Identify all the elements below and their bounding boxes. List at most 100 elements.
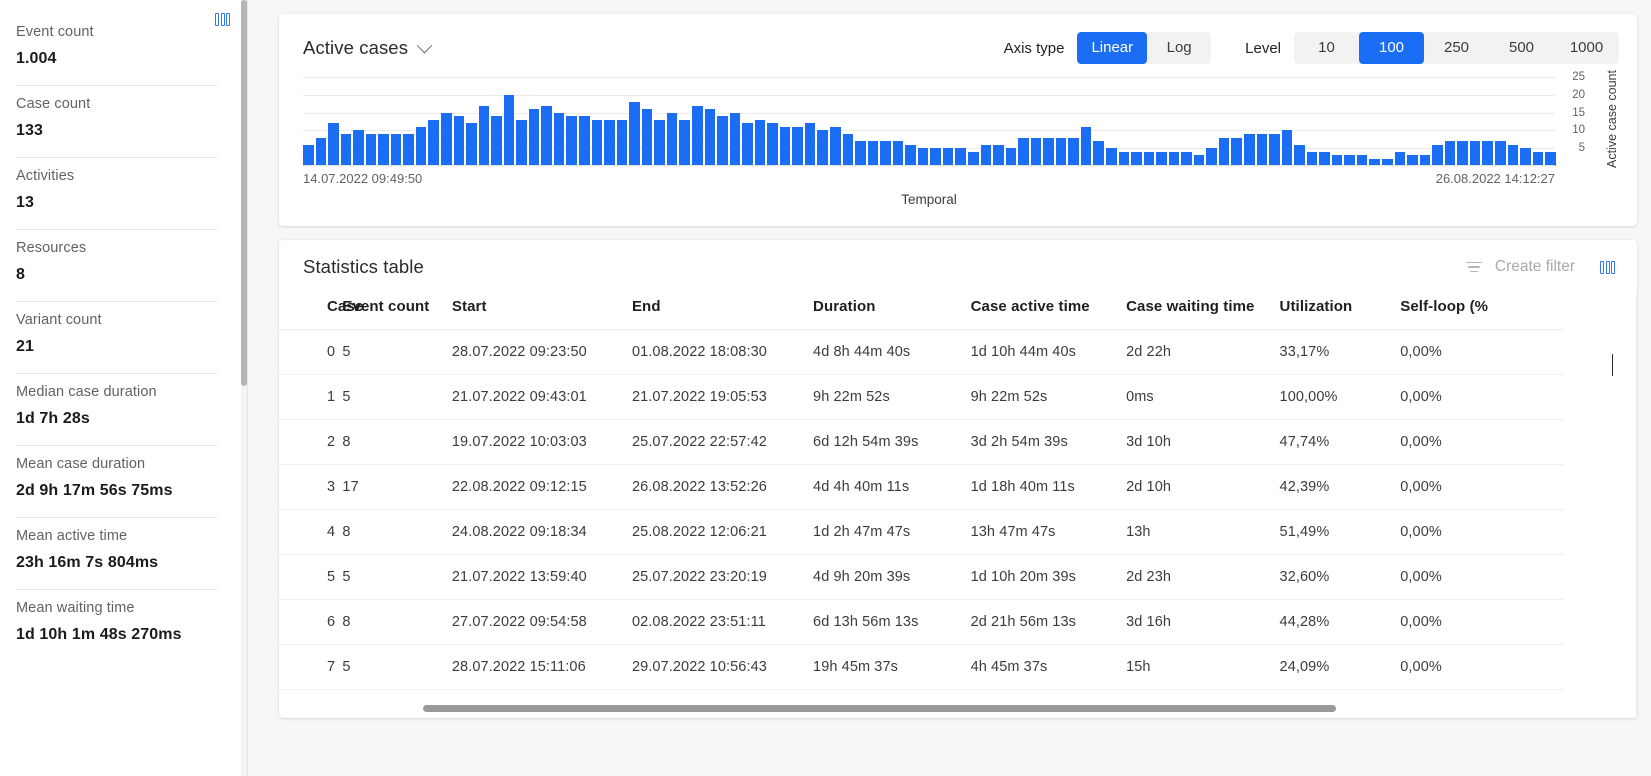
bar[interactable] — [1319, 151, 1330, 166]
bar[interactable] — [1143, 151, 1155, 166]
bar[interactable] — [855, 141, 866, 166]
bar[interactable] — [829, 126, 841, 166]
bar[interactable] — [867, 141, 879, 166]
bar[interactable] — [804, 123, 816, 166]
bar[interactable] — [967, 151, 979, 166]
bar[interactable] — [817, 130, 828, 166]
bar[interactable] — [315, 137, 327, 166]
bar[interactable] — [591, 119, 603, 166]
bar[interactable] — [365, 134, 377, 166]
bar[interactable] — [666, 112, 678, 166]
bar[interactable] — [779, 126, 791, 166]
bar[interactable] — [729, 112, 741, 166]
create-filter-button[interactable]: Create filter — [1495, 258, 1575, 276]
bar[interactable] — [942, 148, 954, 166]
bar[interactable] — [328, 123, 339, 166]
bar[interactable] — [1055, 137, 1067, 166]
table-row[interactable]: 2 8 19.07.2022 10:03:03 25.07.2022 22:57:42… — [279, 419, 1564, 465]
bar[interactable] — [453, 116, 465, 166]
bar[interactable] — [691, 105, 703, 166]
bar[interactable] — [579, 116, 590, 166]
bar[interactable] — [528, 109, 540, 166]
bar[interactable] — [767, 123, 778, 166]
bar[interactable] — [478, 105, 490, 166]
bar[interactable] — [353, 130, 364, 166]
bar[interactable] — [1030, 137, 1042, 166]
bar[interactable] — [742, 123, 753, 166]
bar[interactable] — [1018, 137, 1029, 166]
column-header-case-active-time[interactable]: Case active time — [970, 294, 1127, 330]
bar[interactable] — [955, 148, 966, 166]
bar[interactable] — [1168, 151, 1180, 166]
bar[interactable] — [842, 134, 854, 166]
table-row[interactable]: 6 8 27.07.2022 09:54:58 02.08.2022 23:51:11… — [279, 599, 1564, 645]
bar[interactable] — [917, 148, 929, 166]
bar[interactable] — [704, 109, 716, 166]
bar[interactable] — [1520, 148, 1531, 166]
level-option-1000[interactable]: 1000 — [1554, 32, 1619, 64]
bar[interactable] — [1432, 144, 1443, 166]
column-header-case[interactable]: Case — [279, 294, 363, 330]
level-option-10[interactable]: 10 — [1294, 32, 1359, 64]
statistics-table-scroll[interactable]: Case Event count Start End Duration Case… — [279, 294, 1637, 718]
column-header-event-count[interactable]: Event count — [342, 294, 452, 330]
bar[interactable] — [1093, 141, 1104, 166]
bar[interactable] — [629, 102, 640, 166]
bar[interactable] — [1106, 148, 1117, 166]
bar[interactable] — [1131, 151, 1142, 166]
bar[interactable] — [1457, 141, 1468, 166]
bar[interactable] — [378, 134, 389, 166]
table-row[interactable]: 4 8 24.08.2022 09:18:34 25.08.2022 12:06:21… — [279, 509, 1564, 555]
bar[interactable] — [390, 134, 402, 166]
bar[interactable] — [754, 119, 766, 166]
bar[interactable] — [403, 134, 414, 166]
bar[interactable] — [1118, 151, 1130, 166]
bar[interactable] — [1494, 141, 1506, 166]
filter-icon[interactable] — [1465, 260, 1484, 274]
bar[interactable] — [466, 123, 477, 166]
bar[interactable] — [1545, 151, 1556, 166]
bar[interactable] — [1444, 141, 1456, 166]
table-row[interactable]: 1 5 21.07.2022 09:43:01 21.07.2022 19:05:53… — [279, 374, 1564, 420]
bar[interactable] — [1281, 130, 1293, 166]
level-option-100[interactable]: 100 — [1359, 32, 1424, 64]
bar[interactable] — [717, 116, 728, 166]
bar[interactable] — [1043, 137, 1054, 166]
bar[interactable] — [1507, 144, 1519, 166]
bar[interactable] — [516, 119, 527, 166]
bar[interactable] — [303, 144, 314, 166]
chevron-down-icon[interactable] — [416, 37, 433, 53]
bar[interactable] — [880, 141, 891, 166]
bar[interactable] — [905, 144, 916, 166]
table-row[interactable]: 7 5 28.07.2022 15:11:06 29.07.2022 10:56:43… — [279, 644, 1564, 690]
bar[interactable] — [1080, 126, 1092, 166]
column-header-end[interactable]: End — [631, 294, 814, 330]
bar[interactable] — [1005, 148, 1017, 166]
bar[interactable] — [1181, 151, 1192, 166]
bar[interactable] — [792, 126, 803, 166]
columns-icon[interactable] — [1600, 260, 1615, 274]
bar[interactable] — [1231, 137, 1243, 166]
column-header-case-waiting-time[interactable]: Case waiting time — [1126, 294, 1280, 330]
bar[interactable] — [930, 148, 941, 166]
column-header-self-loop[interactable]: Self-loop (% — [1400, 294, 1564, 330]
bar[interactable] — [415, 126, 427, 166]
bar[interactable] — [1256, 134, 1268, 166]
bar[interactable] — [428, 119, 440, 166]
bar[interactable] — [679, 119, 690, 166]
bar[interactable] — [1469, 141, 1481, 166]
bar[interactable] — [604, 119, 615, 166]
bar[interactable] — [1269, 134, 1280, 166]
bar[interactable] — [993, 144, 1004, 166]
level-option-500[interactable]: 500 — [1489, 32, 1554, 64]
bar[interactable] — [491, 116, 502, 166]
column-header-start[interactable]: Start — [451, 294, 632, 330]
bar[interactable] — [1294, 144, 1305, 166]
table-horizontal-scrollbar-thumb[interactable] — [423, 705, 1336, 712]
bar[interactable] — [1206, 148, 1217, 166]
bar[interactable] — [1532, 151, 1544, 166]
bar[interactable] — [616, 119, 628, 166]
bar[interactable] — [654, 119, 665, 166]
bar[interactable] — [1394, 151, 1406, 166]
bar[interactable] — [1068, 137, 1079, 166]
